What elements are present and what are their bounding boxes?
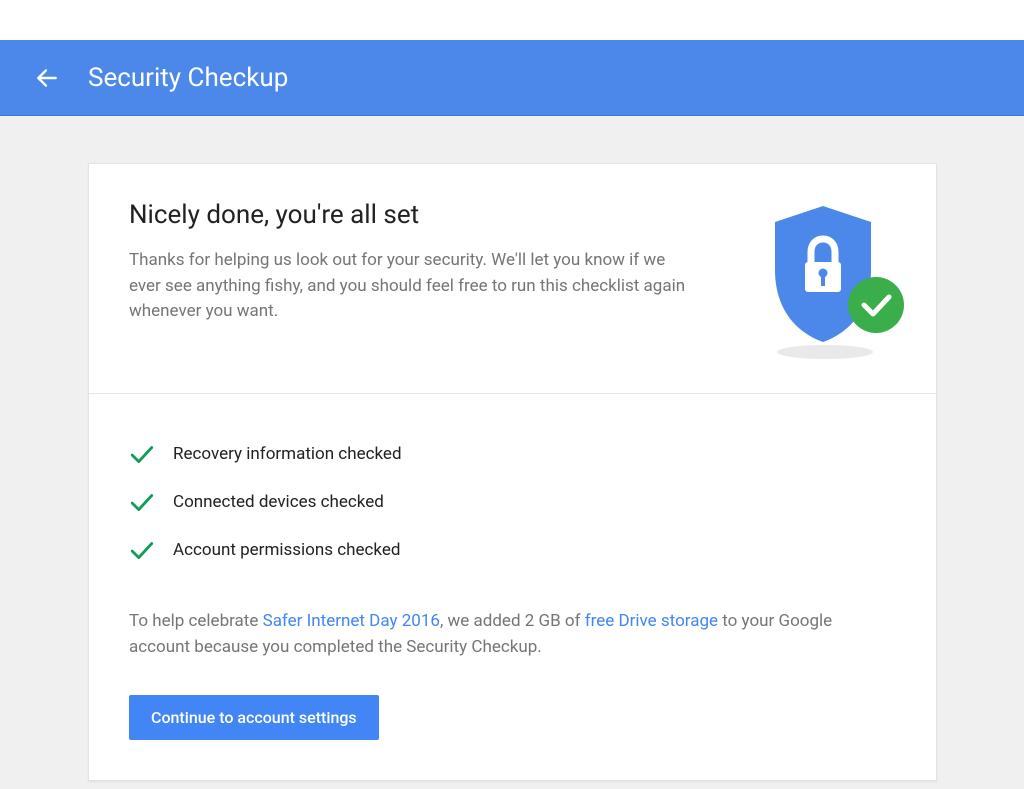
check-label: Recovery information checked <box>173 444 402 464</box>
checkmark-icon <box>129 537 155 563</box>
card-subtext: Thanks for helping us look out for your … <box>129 248 689 325</box>
safer-internet-day-link[interactable]: Safer Internet Day 2016 <box>263 611 440 631</box>
window-top-gap <box>0 0 1024 40</box>
continue-button[interactable]: Continue to account settings <box>129 695 379 740</box>
checkmark-icon <box>129 489 155 515</box>
check-label: Account permissions checked <box>173 540 400 560</box>
checkmark-icon <box>129 441 155 467</box>
check-label: Connected devices checked <box>173 492 384 512</box>
card-top-section: Nicely done, you're all set Thanks for h… <box>89 164 936 394</box>
footer-pre: To help celebrate <box>129 611 263 631</box>
check-item: Recovery information checked <box>129 430 896 478</box>
shield-illustration <box>751 200 906 365</box>
card-text-block: Nicely done, you're all set Thanks for h… <box>129 200 731 365</box>
content-area: Nicely done, you're all set Thanks for h… <box>0 116 1024 781</box>
footer-text: To help celebrate Safer Internet Day 201… <box>129 608 896 661</box>
page-title: Security Checkup <box>88 63 288 93</box>
check-item: Account permissions checked <box>129 526 896 574</box>
check-item: Connected devices checked <box>129 478 896 526</box>
card-bottom-section: Recovery information checked Connected d… <box>89 394 936 780</box>
card-heading: Nicely done, you're all set <box>129 200 731 230</box>
header-bar: Security Checkup <box>0 40 1024 116</box>
footer-mid: , we added 2 GB of <box>440 611 585 631</box>
security-card: Nicely done, you're all set Thanks for h… <box>88 163 937 781</box>
back-button[interactable] <box>34 65 60 91</box>
check-list: Recovery information checked Connected d… <box>129 430 896 574</box>
arrow-left-icon <box>34 65 60 91</box>
drive-storage-link[interactable]: free Drive storage <box>585 611 718 631</box>
